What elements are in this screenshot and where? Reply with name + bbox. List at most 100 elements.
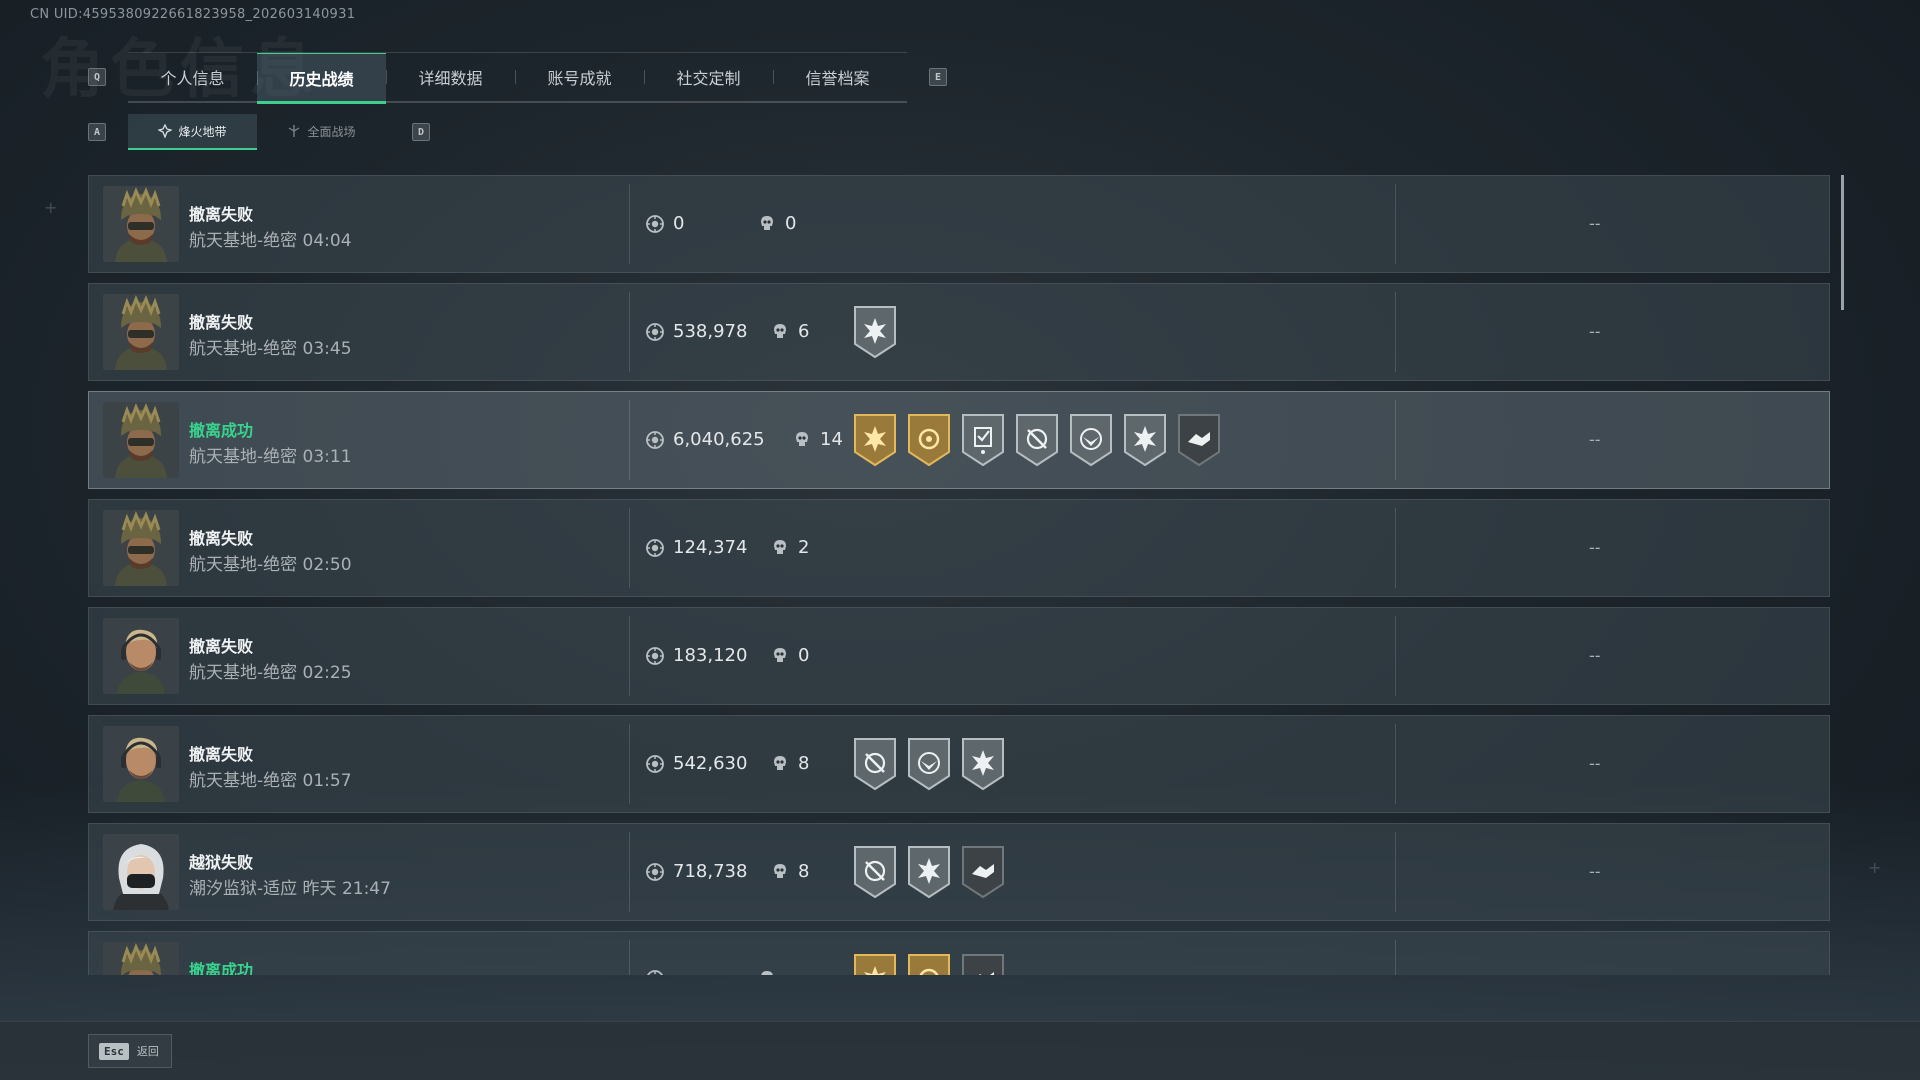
skull-kills-icon — [774, 647, 786, 662]
tab-0[interactable]: 个人信息 — [128, 53, 257, 101]
extract-value-stat: 6,040,625 — [645, 429, 765, 450]
kills-stat: 0 — [770, 645, 809, 666]
match-map: 潮汐监狱-适应 — [189, 879, 298, 899]
bottom-bar — [0, 1021, 1920, 1080]
match-row[interactable]: 撤离失败 航天基地-绝密 02:50 124,374 2 -- — [88, 499, 1830, 597]
silver-eagle-target-medal-icon[interactable] — [906, 736, 952, 796]
silver-no-scope-medal-icon[interactable] — [852, 736, 898, 796]
match-map: 航天基地-绝密 — [189, 447, 298, 467]
kills-stat: 0 — [757, 213, 796, 234]
back-button[interactable]: Esc 返回 — [88, 1034, 172, 1068]
match-row[interactable]: 撤离失败 航天基地-绝密 02:25 183,120 0 -- — [88, 607, 1830, 705]
match-map-time: 潮汐监狱-适应 昨天 21:47 — [189, 874, 391, 899]
back-label: 返回 — [136, 1045, 159, 1058]
match-time: 01:57 — [302, 771, 352, 791]
extract-value: 542,630 — [673, 753, 748, 774]
row-divider — [1395, 508, 1396, 588]
coin-value-icon — [646, 214, 664, 233]
match-map: 航天基地-绝密 — [189, 555, 298, 575]
extract-value-stat: 542,630 — [645, 753, 747, 774]
tab-3[interactable]: 账号成就 — [515, 53, 644, 101]
tab-1[interactable]: 历史战绩 — [257, 53, 386, 104]
kill-count: 0 — [785, 213, 797, 234]
match-result: 撤离失败 — [189, 637, 254, 656]
dark-handshake-medal-icon[interactable] — [960, 952, 1006, 975]
kills-stat: 14 — [792, 429, 843, 450]
match-result: 撤离成功 — [189, 421, 254, 440]
match-map-time: 航天基地-绝密 03:11 — [189, 442, 352, 467]
dark-handshake-medal-icon[interactable] — [1176, 412, 1222, 472]
subtab-hazard-zone[interactable]: 烽火地带 — [128, 114, 257, 150]
match-map: 航天基地-绝密 — [189, 771, 298, 791]
kill-count: 0 — [798, 645, 810, 666]
row-divider — [629, 292, 630, 372]
extract-value: 718,738 — [673, 861, 748, 882]
match-row[interactable]: 撤离成功 航天基地-绝密 03:11 6,040,625 14 -- — [88, 391, 1830, 489]
coin-value-icon — [646, 322, 664, 341]
match-map-time: 航天基地-绝密 02:50 — [189, 550, 352, 575]
gold-star-burst-medal-icon[interactable] — [852, 412, 898, 472]
silver-star-burst-medal-icon[interactable] — [960, 736, 1006, 796]
kills-stat — [757, 969, 785, 975]
row-divider — [629, 184, 630, 264]
match-time: 03:11 — [302, 447, 352, 467]
battlefield-icon — [289, 125, 300, 137]
kill-count: 14 — [820, 429, 843, 450]
match-row[interactable]: 越狱失败 潮汐监狱-适应 昨天 21:47 718,738 8 -- — [88, 823, 1830, 921]
gold-crosshair-medal-icon[interactable] — [906, 952, 952, 975]
subtab-full-battlefield[interactable]: 全面战场 — [257, 114, 386, 148]
row-extra-info: -- — [1589, 754, 1601, 773]
operator-avatar — [103, 186, 179, 262]
extract-value: 538,978 — [673, 321, 748, 342]
silver-no-scope-medal-icon[interactable] — [852, 844, 898, 904]
extract-value: 6,040,625 — [673, 429, 765, 450]
match-row[interactable]: 撤离失败 航天基地-绝密 03:45 538,978 6 -- — [88, 283, 1830, 381]
row-divider — [1395, 832, 1396, 912]
row-divider — [1395, 184, 1396, 264]
tab-2[interactable]: 详细数据 — [386, 53, 515, 101]
list-scrollbar[interactable] — [1841, 175, 1844, 310]
extract-value-stat — [645, 969, 673, 975]
match-row[interactable]: 撤离成功 — [88, 931, 1830, 975]
silver-checklist-medal-icon[interactable] — [960, 412, 1006, 472]
gold-crosshair-medal-icon[interactable] — [906, 412, 952, 472]
extract-value-stat: 183,120 — [645, 645, 747, 666]
prev-tab-key-hint[interactable]: Q — [88, 68, 106, 86]
row-divider — [1395, 940, 1396, 975]
silver-star-burst-medal-icon[interactable] — [852, 304, 898, 364]
coin-value-icon — [646, 538, 664, 557]
silver-eagle-target-medal-icon[interactable] — [1068, 412, 1114, 472]
dark-handshake-medal-icon[interactable] — [960, 844, 1006, 904]
silver-no-scope-medal-icon[interactable] — [1014, 412, 1060, 472]
row-extra-info: -- — [1589, 322, 1601, 341]
next-subtab-key-hint[interactable]: D — [412, 123, 430, 141]
match-time: 昨天 21:47 — [302, 879, 391, 899]
extract-value-stat: 538,978 — [645, 321, 747, 342]
mode-subtab-bar: 烽火地带 全面战场 — [128, 114, 386, 150]
skull-kills-icon — [774, 539, 786, 554]
match-row[interactable]: 撤离失败 航天基地-绝密 04:04 0 0 -- — [88, 175, 1830, 273]
operator-avatar — [103, 510, 179, 586]
match-history-list[interactable]: 撤离失败 航天基地-绝密 04:04 0 0 -- 撤离失败 航天基地-绝密 0… — [88, 175, 1832, 975]
kill-count: 8 — [798, 861, 810, 882]
match-result: 越狱失败 — [189, 853, 254, 872]
tab-5[interactable]: 信誉档案 — [773, 53, 902, 101]
match-row[interactable]: 撤离失败 航天基地-绝密 01:57 542,630 8 -- — [88, 715, 1830, 813]
medal-list — [852, 844, 1006, 904]
operator-avatar — [103, 618, 179, 694]
operator-avatar — [103, 726, 179, 802]
match-time: 04:04 — [302, 231, 352, 251]
coin-value-icon — [647, 970, 663, 975]
next-tab-key-hint[interactable]: E — [929, 68, 947, 86]
row-divider — [629, 616, 630, 696]
coin-value-icon — [646, 862, 664, 881]
match-map-time: 航天基地-绝密 03:45 — [189, 334, 352, 359]
row-extra-info: -- — [1589, 862, 1601, 881]
tab-4[interactable]: 社交定制 — [644, 53, 773, 101]
silver-star-burst-medal-icon[interactable] — [906, 844, 952, 904]
gold-star-burst-medal-icon[interactable] — [852, 952, 898, 975]
operator-avatar — [103, 402, 179, 478]
silver-star-burst-medal-icon[interactable] — [1122, 412, 1168, 472]
row-divider — [1395, 400, 1396, 480]
prev-subtab-key-hint[interactable]: A — [88, 123, 106, 141]
